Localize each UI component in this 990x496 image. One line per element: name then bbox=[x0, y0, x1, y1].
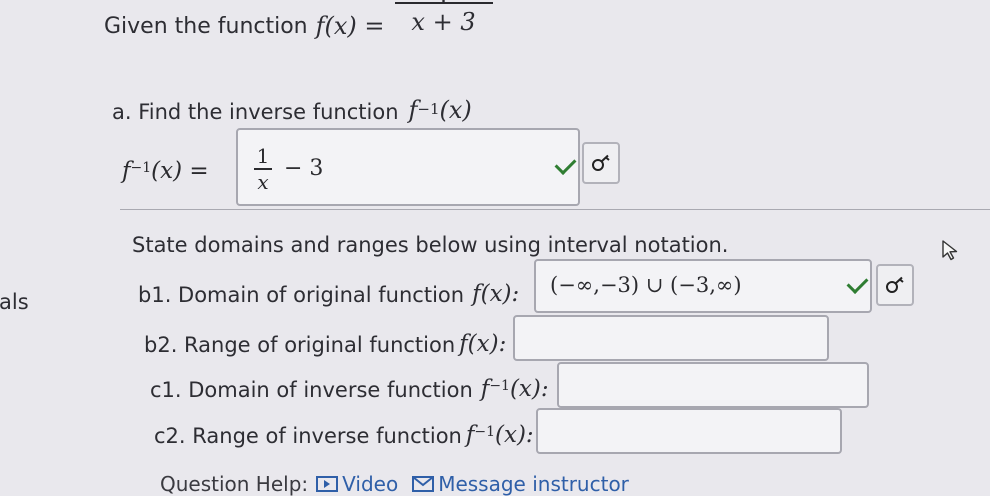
answer-a-input[interactable]: 1 x − 3 bbox=[236, 128, 580, 206]
part-a-label: a. Find the inverse function f −1 (x) bbox=[112, 96, 472, 124]
answer-a-fraction: 1 x bbox=[254, 144, 272, 194]
side-text: als bbox=[0, 290, 29, 314]
b2-text: b2. Range of original function bbox=[144, 333, 456, 357]
part-a-text: a. Find the inverse function bbox=[112, 100, 399, 124]
b2-label: b2. Range of original function f(x): bbox=[144, 331, 506, 357]
c1-label: c1. Domain of inverse function f −1 (x): bbox=[150, 376, 549, 402]
c2-fn: f bbox=[465, 422, 475, 448]
b1-label: b1. Domain of original function f(x): bbox=[138, 281, 519, 307]
c2-sup: −1 bbox=[474, 424, 496, 440]
fraction-bar bbox=[394, 2, 493, 4]
c1-text: c1. Domain of inverse function bbox=[150, 378, 473, 402]
part-a-sup: −1 bbox=[417, 100, 440, 118]
b1-fn: f(x): bbox=[472, 281, 520, 307]
message-instructor-link[interactable]: Message instructor bbox=[412, 472, 629, 496]
b2-fn: f(x): bbox=[459, 331, 507, 357]
c1-fn: f bbox=[480, 376, 490, 402]
question-help-label: Question Help: bbox=[160, 472, 309, 496]
c2-input[interactable] bbox=[536, 408, 842, 454]
question-line: Given the function f(x) = 1 x + 3 bbox=[104, 0, 493, 40]
c2-arg: (x): bbox=[495, 422, 534, 448]
c2-text: c2. Range of inverse function bbox=[154, 424, 462, 448]
question-denominator: x + 3 bbox=[411, 8, 476, 36]
message-label: Message instructor bbox=[438, 472, 629, 496]
question-function: f(x) = bbox=[315, 12, 385, 40]
section-divider bbox=[120, 209, 990, 210]
part-a-arg: (x) bbox=[439, 96, 472, 124]
answer-a-arg: (x) = bbox=[151, 158, 209, 184]
answer-a-lhs: f −1 (x) = bbox=[122, 158, 209, 184]
answer-a-fn: f bbox=[122, 158, 131, 184]
video-icon bbox=[316, 476, 339, 492]
mail-icon bbox=[412, 476, 435, 492]
c1-input[interactable] bbox=[557, 362, 869, 408]
part-a-fn: f bbox=[408, 96, 418, 124]
key-icon bbox=[886, 276, 904, 293]
b1-key-button[interactable] bbox=[876, 264, 914, 306]
answer-a-sup: −1 bbox=[130, 160, 152, 176]
question-fraction: 1 x + 3 bbox=[394, 0, 493, 36]
b1-input[interactable]: (−∞,−3) ∪ (−3,∞) bbox=[534, 259, 872, 313]
c1-sup: −1 bbox=[489, 378, 510, 394]
answer-a-key-button[interactable] bbox=[582, 142, 620, 184]
b1-value: (−∞,−3) ∪ (−3,∞) bbox=[550, 273, 742, 297]
instructions: State domains and ranges below using int… bbox=[132, 233, 729, 257]
answer-a-tail: − 3 bbox=[284, 156, 324, 181]
c2-label: c2. Range of inverse function f −1 (x): bbox=[154, 422, 534, 448]
video-label: Video bbox=[342, 472, 399, 496]
video-link[interactable]: Video bbox=[316, 472, 398, 496]
question-help-bar: Question Help: Video Message instructor bbox=[160, 472, 629, 496]
question-prefix: Given the function bbox=[104, 13, 308, 39]
cursor-icon bbox=[942, 240, 958, 261]
c1-arg: (x): bbox=[509, 376, 549, 402]
checkmark-icon bbox=[846, 272, 869, 294]
b1-text: b1. Domain of original function bbox=[138, 283, 465, 307]
answer-a-denominator: x bbox=[257, 169, 269, 194]
key-icon bbox=[592, 154, 610, 171]
checkmark-icon bbox=[554, 153, 577, 175]
answer-a-numerator: 1 bbox=[256, 144, 270, 168]
b2-input[interactable] bbox=[513, 315, 829, 361]
